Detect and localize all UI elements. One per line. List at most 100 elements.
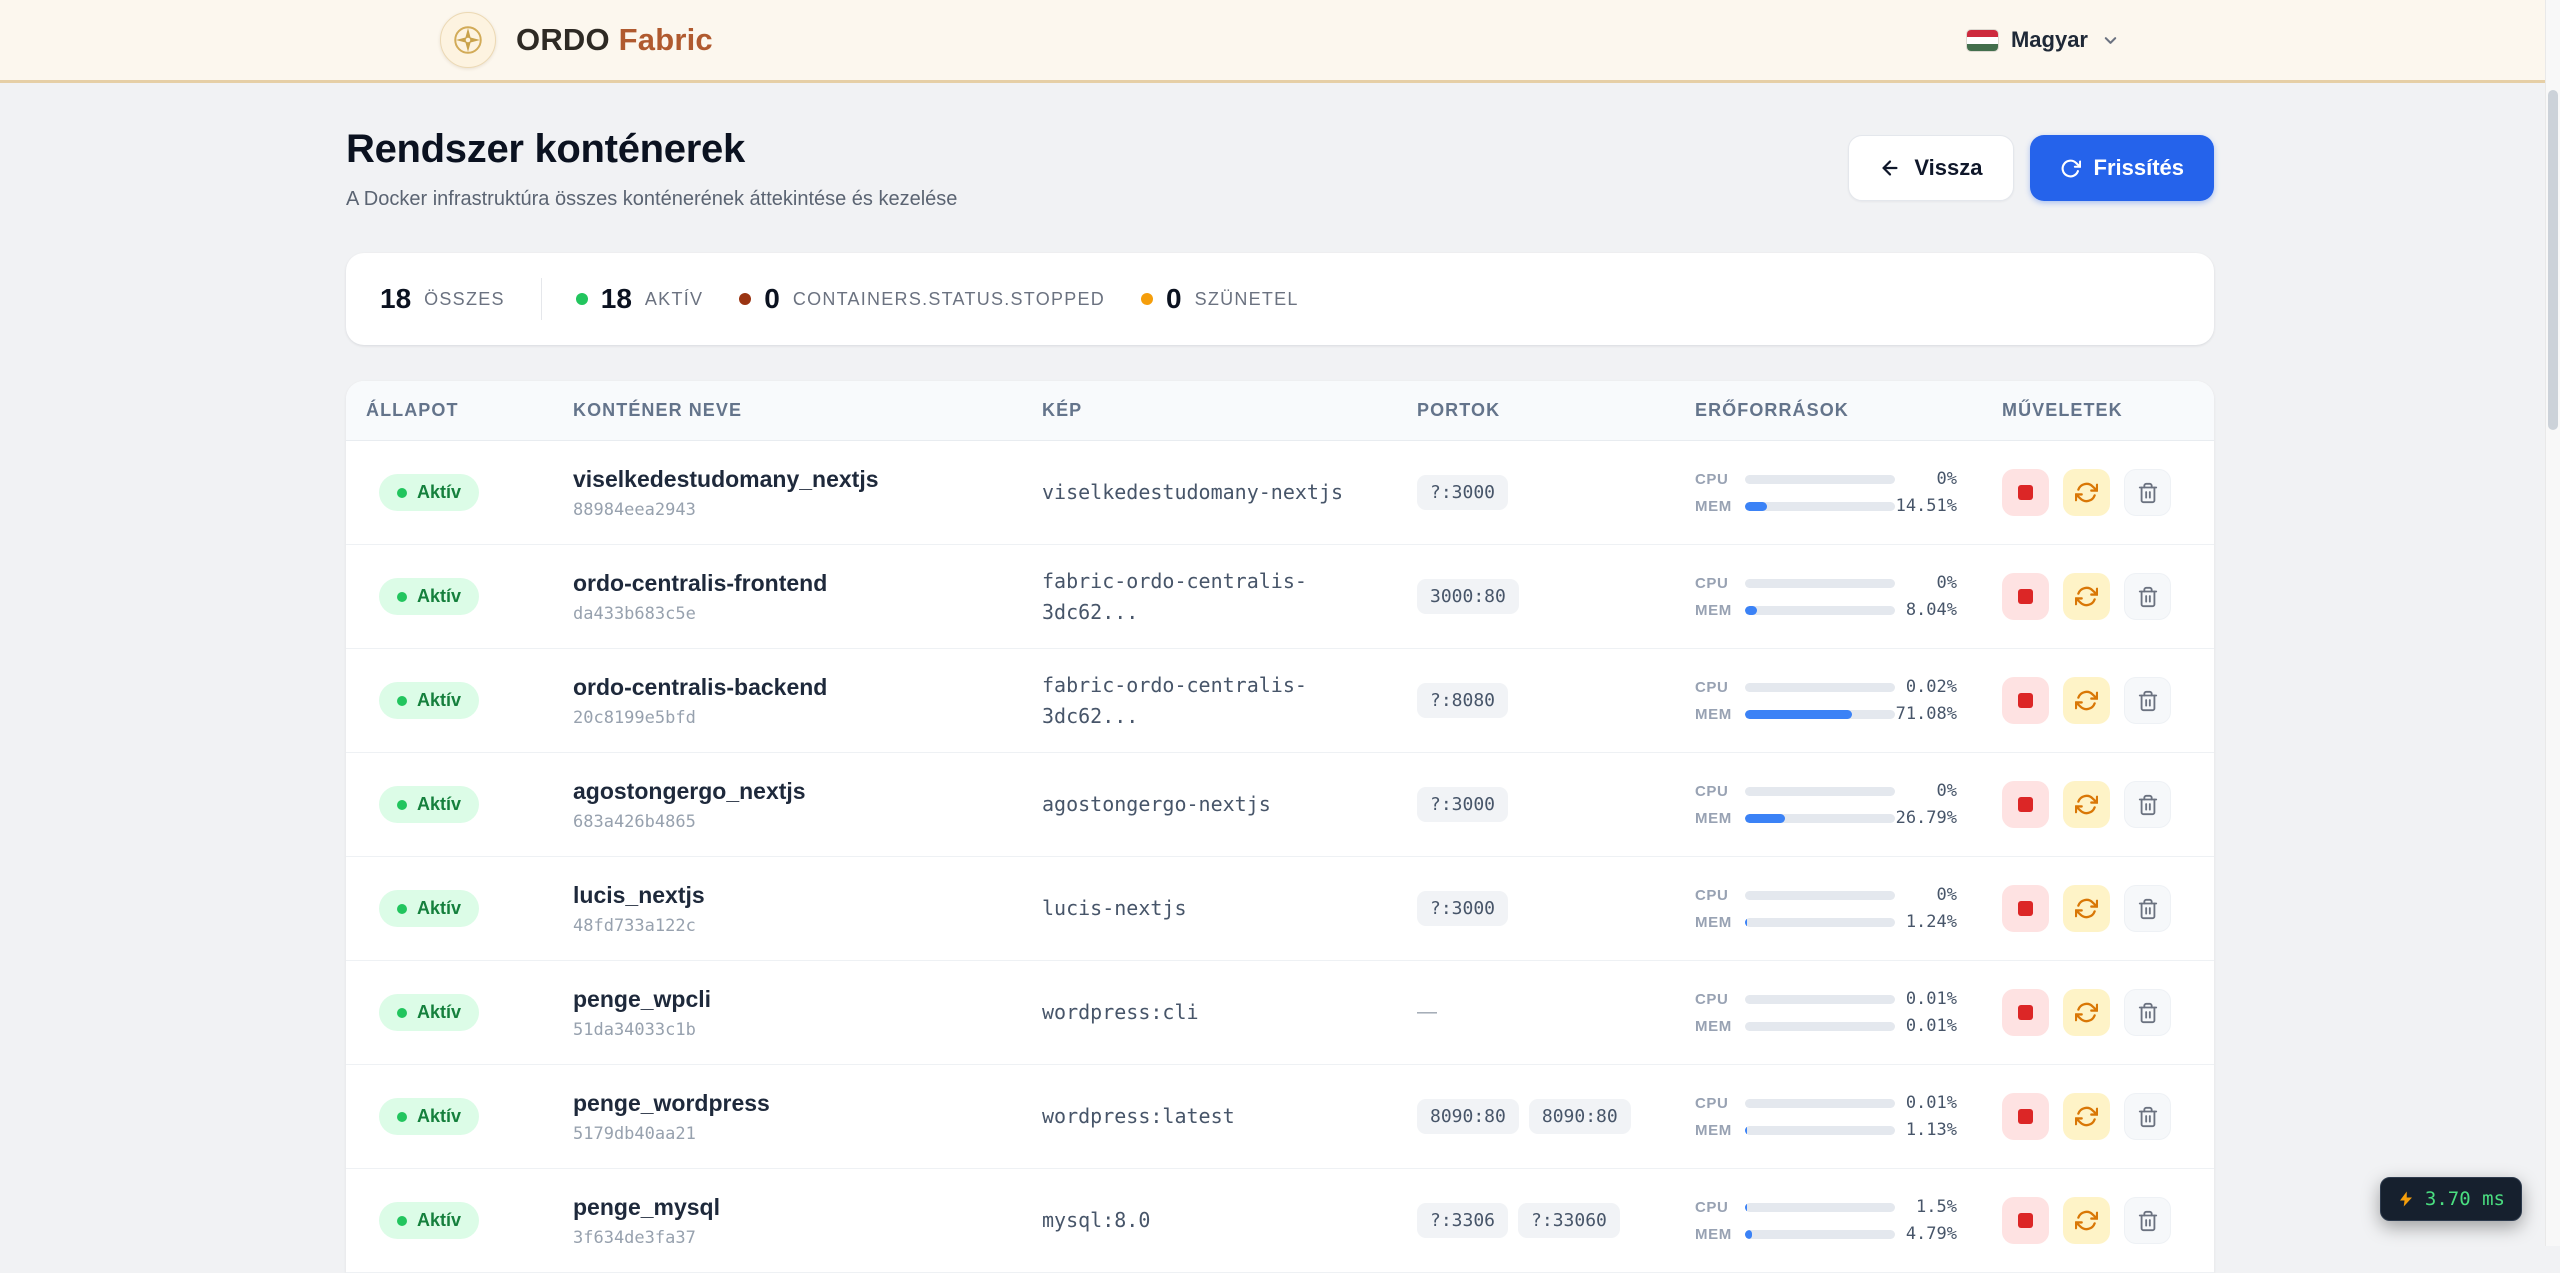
cpu-value: 1.5% — [1895, 1197, 1957, 1217]
mem-label: MEM — [1695, 602, 1745, 619]
stop-icon — [2018, 1213, 2033, 1228]
cpu-row: CPU 0% — [1695, 469, 1957, 489]
mem-value: 0.01% — [1895, 1016, 1957, 1036]
delete-button[interactable] — [2124, 989, 2171, 1036]
delete-button[interactable] — [2124, 677, 2171, 724]
hungarian-flag-icon — [1967, 30, 1998, 51]
restart-button[interactable] — [2063, 677, 2110, 724]
status-badge: Aktív — [379, 1202, 479, 1239]
restart-button[interactable] — [2063, 469, 2110, 516]
name-cell: ordo-centralis-frontend da433b683c5e — [573, 570, 1042, 624]
restart-button[interactable] — [2063, 1197, 2110, 1244]
resources-cell: CPU 0% MEM 1.24% — [1695, 878, 2002, 939]
stop-button[interactable] — [2002, 469, 2049, 516]
mem-row: MEM 14.51% — [1695, 496, 1957, 516]
table-row: Aktív penge_wpcli 51da34033c1b wordpress… — [346, 961, 2214, 1065]
mem-label: MEM — [1695, 1226, 1745, 1243]
container-id: 5179db40aa21 — [573, 1124, 1042, 1144]
actions-cell — [2002, 989, 2214, 1036]
delete-button[interactable] — [2124, 469, 2171, 516]
mem-bar — [1745, 918, 1895, 927]
cpu-value: 0% — [1895, 885, 1957, 905]
actions-cell — [2002, 1197, 2214, 1244]
ports-cell: ?:3000 — [1417, 891, 1695, 926]
restart-button[interactable] — [2063, 1093, 2110, 1140]
cpu-label: CPU — [1695, 887, 1745, 904]
actions-cell — [2002, 677, 2214, 724]
port-badge: ?:3000 — [1417, 891, 1508, 926]
mem-bar — [1745, 1022, 1895, 1031]
actions-cell — [2002, 573, 2214, 620]
stop-button[interactable] — [2002, 573, 2049, 620]
delete-button[interactable] — [2124, 1197, 2171, 1244]
mem-row: MEM 4.79% — [1695, 1224, 1957, 1244]
language-label: Magyar — [2011, 27, 2088, 53]
delete-button[interactable] — [2124, 573, 2171, 620]
cpu-bar — [1745, 475, 1895, 484]
resources-cell: CPU 0% MEM 14.51% — [1695, 462, 2002, 523]
resources-cell: CPU 0.01% MEM 0.01% — [1695, 982, 2002, 1043]
ports-cell: 8090:80 8090:80 — [1417, 1099, 1695, 1134]
language-selector[interactable]: Magyar — [1967, 27, 2120, 53]
container-name: penge_mysql — [573, 1194, 1042, 1221]
cpu-bar — [1745, 891, 1895, 900]
stop-button[interactable] — [2002, 781, 2049, 828]
mem-bar — [1745, 502, 1895, 511]
restart-button[interactable] — [2063, 989, 2110, 1036]
table-row: Aktív lucis_nextjs 48fd733a122c lucis-ne… — [346, 857, 2214, 961]
stat-active-label: AKTÍV — [645, 289, 703, 310]
delete-button[interactable] — [2124, 1093, 2171, 1140]
mem-bar-fill — [1745, 1126, 1747, 1135]
perf-value: 3.70 ms — [2425, 1188, 2505, 1210]
stop-button[interactable] — [2002, 1197, 2049, 1244]
restart-button[interactable] — [2063, 885, 2110, 932]
status-cell: Aktív — [346, 578, 573, 615]
cpu-bar — [1745, 683, 1895, 692]
trash-icon — [2137, 1210, 2159, 1232]
refresh-button[interactable]: Frissítés — [2030, 135, 2215, 201]
port-badge: ?:33060 — [1518, 1203, 1620, 1238]
status-label: Aktív — [417, 586, 461, 607]
mem-row: MEM 1.13% — [1695, 1120, 1957, 1140]
paused-dot-icon — [1141, 293, 1153, 305]
actions-cell — [2002, 469, 2214, 516]
delete-button[interactable] — [2124, 885, 2171, 932]
status-cell: Aktív — [346, 682, 573, 719]
stop-button[interactable] — [2002, 885, 2049, 932]
page-scrollbar[interactable] — [2545, 0, 2560, 1246]
restart-button[interactable] — [2063, 573, 2110, 620]
port-badge: ?:3306 — [1417, 1203, 1508, 1238]
status-dot-icon — [397, 1008, 407, 1018]
stop-button[interactable] — [2002, 1093, 2049, 1140]
stop-icon — [2018, 797, 2033, 812]
cpu-value: 0.01% — [1895, 1093, 1957, 1113]
back-button[interactable]: Vissza — [1848, 135, 2013, 201]
table-header-cell: ÁLLAPOT — [346, 400, 573, 421]
stop-icon — [2018, 901, 2033, 916]
status-label: Aktív — [417, 482, 461, 503]
mem-bar — [1745, 1230, 1895, 1239]
ports-cell: ?:3000 — [1417, 475, 1695, 510]
mem-label: MEM — [1695, 1122, 1745, 1139]
page-heading: Rendszer konténerek A Docker infrastrukt… — [346, 127, 957, 211]
status-badge: Aktív — [379, 1098, 479, 1135]
container-image: lucis-nextjs — [1042, 893, 1417, 924]
cpu-bar — [1745, 1099, 1895, 1108]
refresh-icon — [2060, 158, 2081, 179]
delete-button[interactable] — [2124, 781, 2171, 828]
container-name: ordo-centralis-frontend — [573, 570, 1042, 597]
stop-icon — [2018, 693, 2033, 708]
brand: ORDO Fabric — [440, 12, 713, 68]
table-row: Aktív agostongergo_nextjs 683a426b4865 a… — [346, 753, 2214, 857]
ports-cell: ?:8080 — [1417, 683, 1695, 718]
container-image: agostongergo-nextjs — [1042, 789, 1417, 820]
stop-button[interactable] — [2002, 677, 2049, 724]
table-body: Aktív viselkedestudomany_nextjs 88984eea… — [346, 441, 2214, 1273]
restart-button[interactable] — [2063, 781, 2110, 828]
cpu-label: CPU — [1695, 471, 1745, 488]
mem-row: MEM 8.04% — [1695, 600, 1957, 620]
table-header-cell: ERŐFORRÁSOK — [1695, 400, 2002, 421]
cpu-value: 0.02% — [1895, 677, 1957, 697]
scrollbar-thumb[interactable] — [2548, 90, 2558, 430]
stop-button[interactable] — [2002, 989, 2049, 1036]
